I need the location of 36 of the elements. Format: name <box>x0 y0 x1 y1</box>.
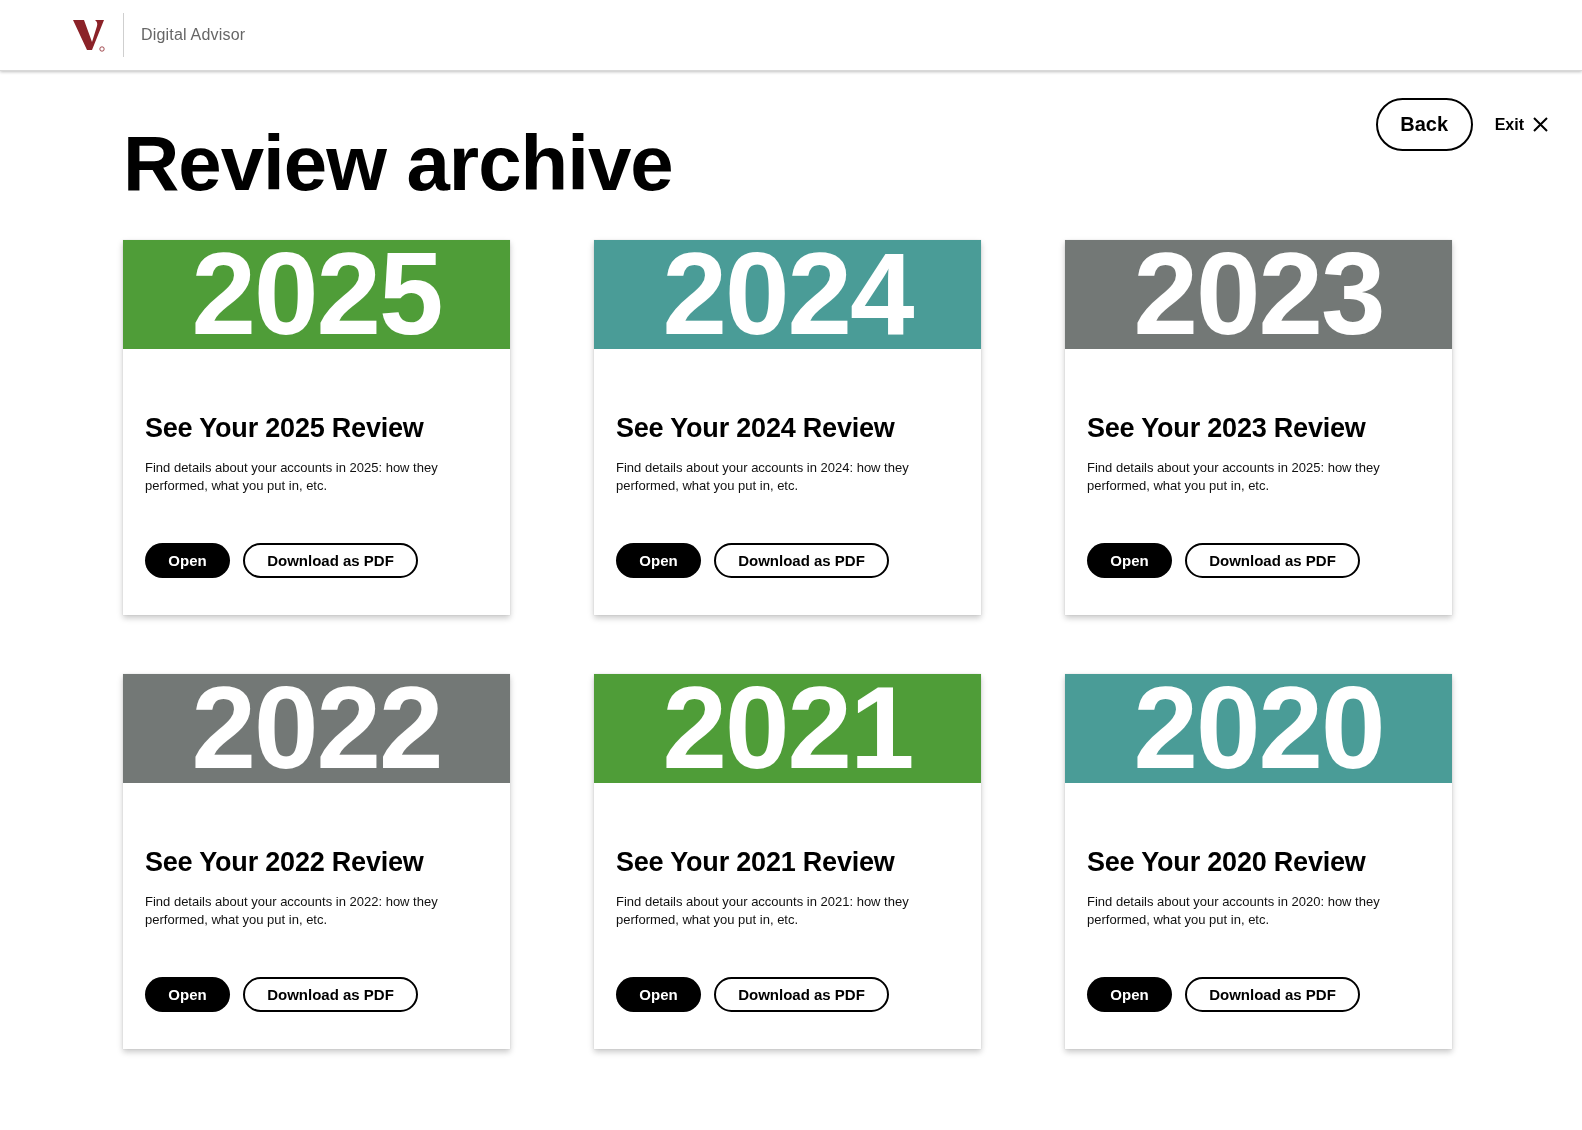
open-button[interactable]: Open <box>145 977 230 1012</box>
card-description: Find details about your accounts in 2025: how they performed, what you put in, etc. <box>145 459 439 495</box>
exit-button[interactable]: Exit <box>1494 115 1548 134</box>
logo-icon <box>73 18 106 52</box>
card-title: See Your 2025 Review <box>145 413 425 443</box>
year-banner: 2023 <box>1065 240 1452 349</box>
open-button[interactable]: Open <box>616 977 701 1012</box>
year-banner: 2021 <box>594 674 981 783</box>
download-pdf-button[interactable]: Download as PDF <box>714 977 889 1012</box>
card-description: Find details about your accounts in 2025: how they performed, what you put in, etc. <box>1087 459 1381 495</box>
card-title: See Your 2020 Review <box>1087 847 1367 877</box>
card-description: Find details about your accounts in 2021: how they performed, what you put in, etc. <box>616 893 910 929</box>
card-description: Find details about your accounts in 2020: how they performed, what you put in, etc. <box>1087 893 1381 929</box>
download-pdf-button[interactable]: Download as PDF <box>1185 543 1360 578</box>
card-title: See Your 2021 Review <box>616 847 896 877</box>
year-banner: 2025 <box>123 240 510 349</box>
open-button[interactable]: Open <box>145 543 230 578</box>
download-pdf-button[interactable]: Download as PDF <box>714 543 889 578</box>
card-title: See Your 2022 Review <box>145 847 425 877</box>
download-pdf-button[interactable]: Download as PDF <box>1185 977 1360 1012</box>
product-name: Digital Advisor <box>141 26 246 44</box>
open-button[interactable]: Open <box>616 543 701 578</box>
card-description: Find details about your accounts in 2022: how they performed, what you put in, etc. <box>145 893 439 929</box>
download-pdf-button[interactable]: Download as PDF <box>243 543 418 578</box>
year-banner: 2020 <box>1065 674 1452 783</box>
open-button[interactable]: Open <box>1087 977 1172 1012</box>
card-title: See Your 2024 Review <box>616 413 896 443</box>
back-button[interactable]: Back <box>1375 98 1473 151</box>
card-description: Find details about your accounts in 2024: how they performed, what you put in, etc. <box>616 459 910 495</box>
year-banner: 2024 <box>594 240 981 349</box>
download-pdf-button[interactable]: Download as PDF <box>243 977 418 1012</box>
card-title: See Your 2023 Review <box>1087 413 1367 443</box>
page-title: Review archive <box>123 126 673 200</box>
open-button[interactable]: Open <box>1087 543 1172 578</box>
close-icon <box>1533 117 1548 132</box>
year-banner: 2022 <box>123 674 510 783</box>
